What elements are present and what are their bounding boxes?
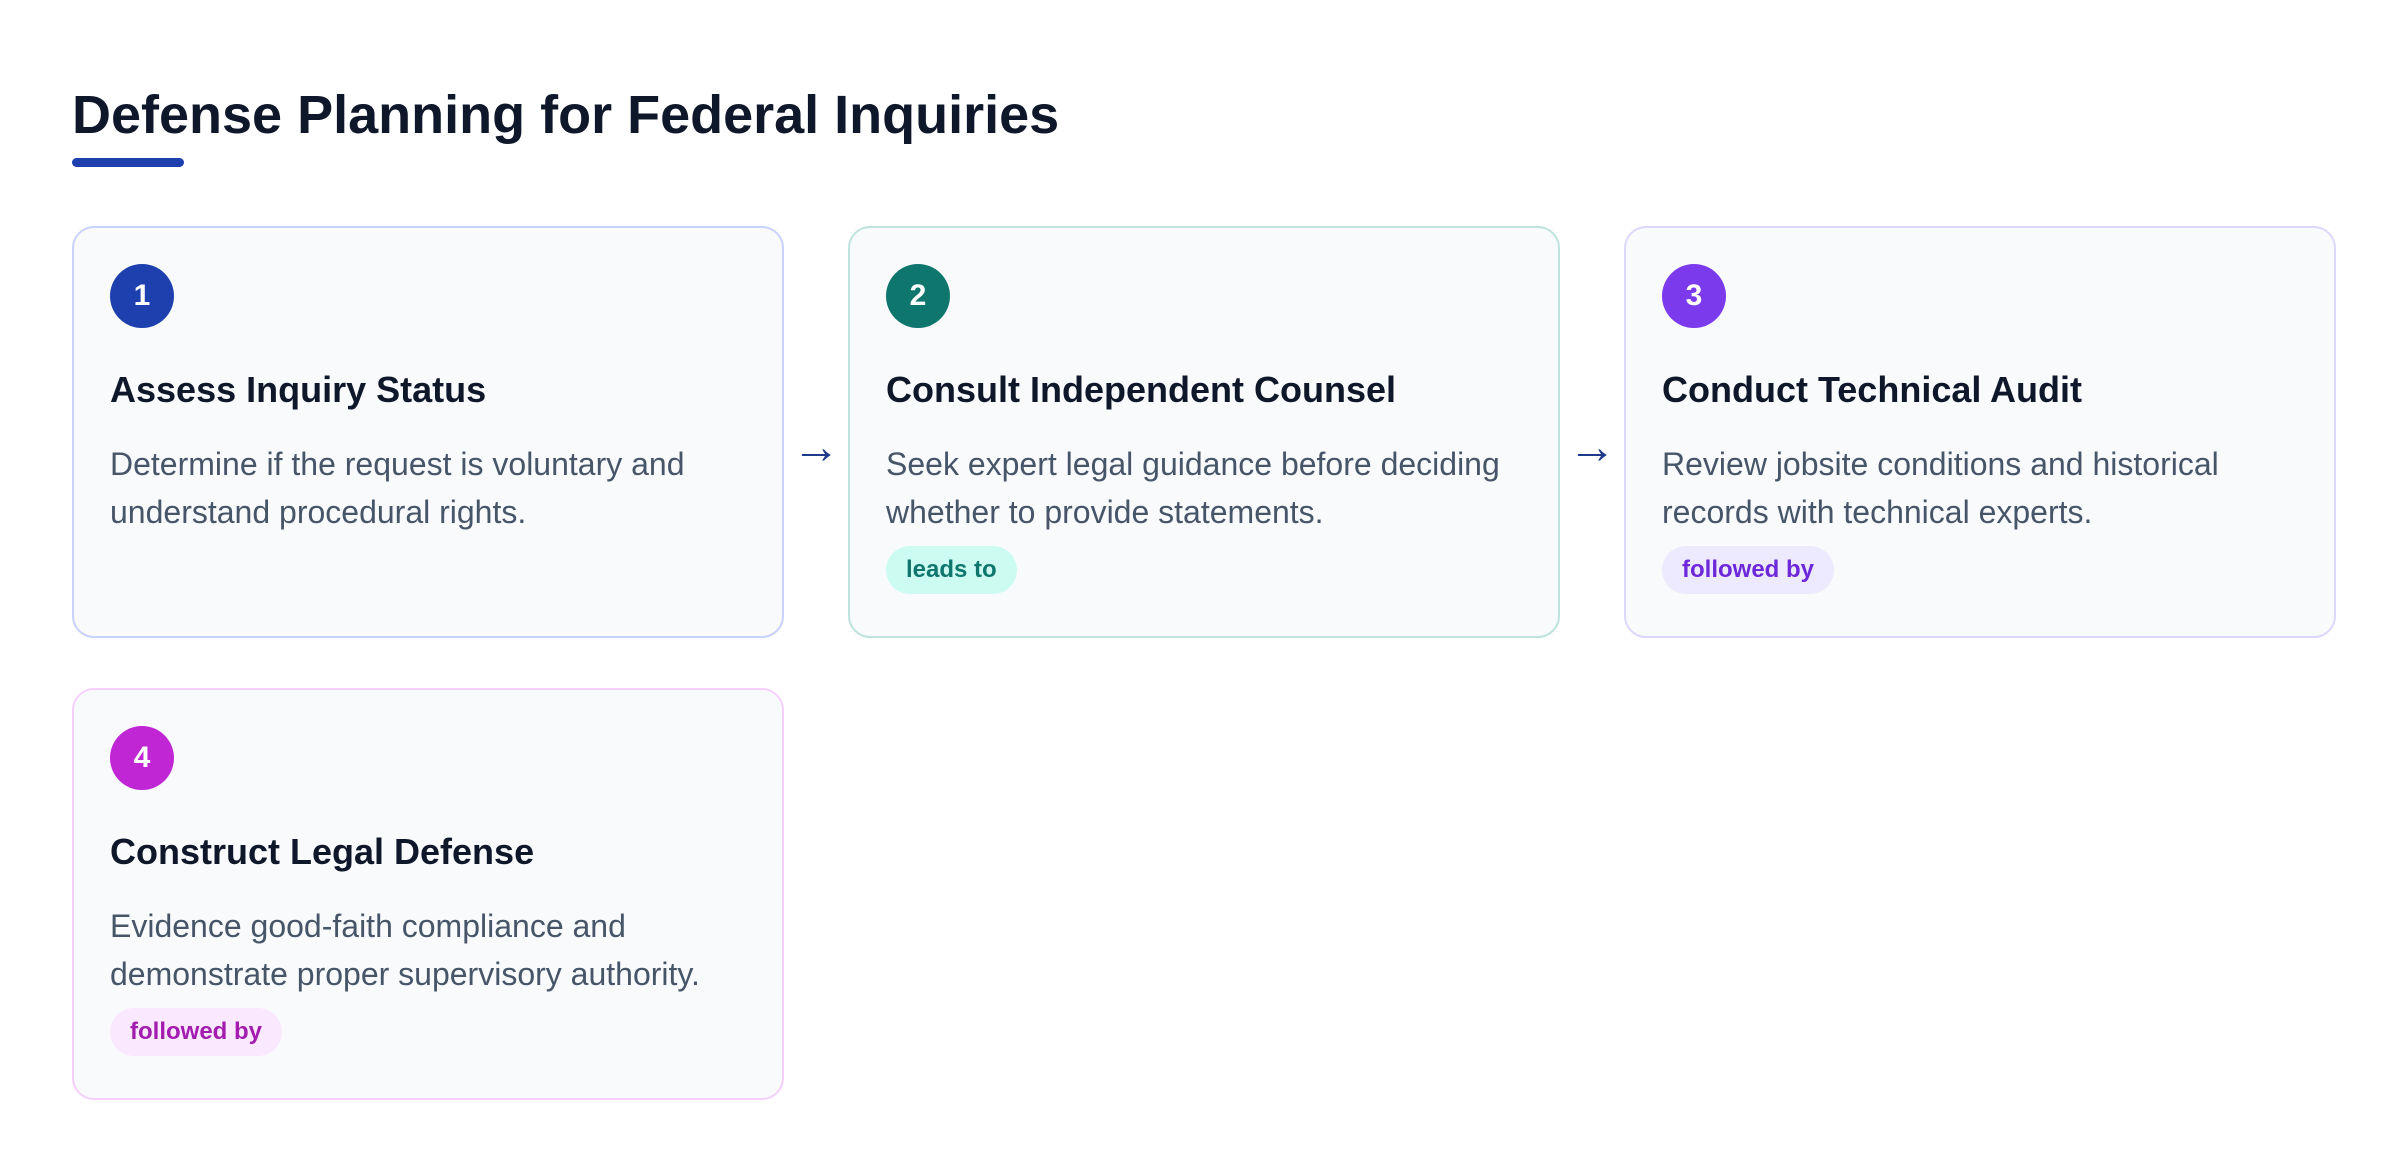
step-number-badge: 4 xyxy=(110,726,174,790)
step-title: Conduct Technical Audit xyxy=(1662,369,2082,410)
step-description: Seek expert legal guidance before decidi… xyxy=(886,446,1500,530)
step-title: Assess Inquiry Status xyxy=(110,369,487,410)
step-card-2: 2 Consult Independent Counsel Seek exper… xyxy=(848,226,1560,638)
step-description: Determine if the request is voluntary an… xyxy=(110,446,685,530)
step-number-badge: 3 xyxy=(1662,264,1726,328)
step-number-badge: 1 xyxy=(110,264,174,328)
relation-tag: followed by xyxy=(110,1008,282,1056)
step-title: Construct Legal Defense xyxy=(110,831,535,872)
arrow-right-icon: → xyxy=(792,421,840,474)
relation-tag: leads to xyxy=(886,546,1017,594)
step-description: Review jobsite conditions and historical… xyxy=(1662,446,2219,530)
step-card-4: 4 Construct Legal Defense Evidence good-… xyxy=(72,688,784,1100)
step-card-3: 3 Conduct Technical Audit Review jobsite… xyxy=(1624,226,2336,638)
arrow-right-icon: → xyxy=(1568,421,1616,474)
step-card-1: 1 Assess Inquiry Status Determine if the… xyxy=(72,226,784,638)
title-underline xyxy=(72,158,184,167)
diagram-page: Defense Planning for Federal Inquiries 1… xyxy=(72,0,2336,1168)
page-title: Defense Planning for Federal Inquiries xyxy=(72,85,1060,145)
step-description: Evidence good-faith compliance and demon… xyxy=(110,908,700,992)
step-number-badge: 2 xyxy=(886,264,950,328)
relation-tag: followed by xyxy=(1662,546,1834,594)
step-title: Consult Independent Counsel xyxy=(886,369,1396,410)
